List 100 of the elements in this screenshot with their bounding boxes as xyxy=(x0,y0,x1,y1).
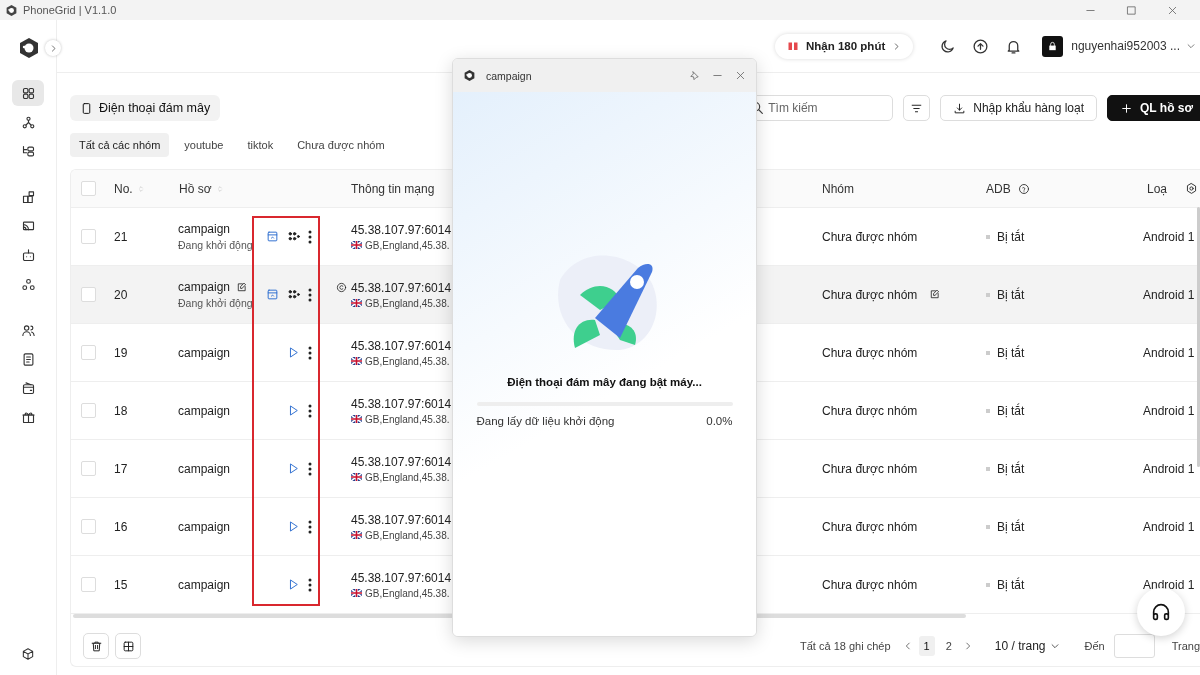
close-icon[interactable] xyxy=(735,70,746,81)
table-cell: Android 1 xyxy=(1143,403,1195,418)
refresh-icon[interactable] xyxy=(336,282,347,293)
trash-icon xyxy=(89,639,103,653)
settings-icon[interactable] xyxy=(1185,182,1199,195)
document-icon xyxy=(20,351,36,367)
column-header: Hồ sơ xyxy=(179,181,212,196)
profile-name: campaign xyxy=(178,519,231,534)
download-icon xyxy=(953,101,967,115)
table-cell: Bị tắt xyxy=(997,345,1025,360)
scrollbar[interactable] xyxy=(1197,207,1200,467)
play-icon[interactable] xyxy=(287,578,300,591)
maximize-icon[interactable] xyxy=(1126,4,1137,16)
more-icon[interactable] xyxy=(308,287,312,302)
help-icon[interactable] xyxy=(1017,182,1030,195)
select-all-checkbox[interactable] xyxy=(81,181,96,196)
ip-address: 45.38.107.97:6014 xyxy=(351,280,452,295)
flag-icon xyxy=(351,589,362,597)
row-checkbox[interactable] xyxy=(81,229,96,244)
play-icon[interactable] xyxy=(287,346,300,359)
apps-icon xyxy=(20,189,36,205)
column-header: No. xyxy=(114,181,133,196)
gift-icon xyxy=(20,409,36,425)
table-cell: Bị tắt xyxy=(997,229,1025,244)
play-icon[interactable] xyxy=(287,404,300,417)
table-cell: Chưa được nhóm xyxy=(822,287,918,302)
table-cell: 17 xyxy=(114,461,128,476)
more-icon[interactable] xyxy=(308,229,312,244)
page-button[interactable]: 2 xyxy=(940,636,957,656)
users-icon xyxy=(20,322,36,338)
ip-address: 45.38.107.97:6014 xyxy=(351,512,452,527)
column-header: Thông tin mạng xyxy=(351,181,435,196)
table-cell: Chưa được nhóm xyxy=(822,461,918,476)
play-icon[interactable] xyxy=(287,520,300,533)
dots-grid-icon[interactable] xyxy=(287,230,300,243)
cube-icon[interactable] xyxy=(21,647,35,661)
table-cell: Chưa được nhóm xyxy=(822,403,918,418)
table-cell: 16 xyxy=(114,519,128,534)
group-tab[interactable]: Tất cả các nhóm xyxy=(70,133,170,157)
group-tab[interactable]: youtube xyxy=(175,133,233,157)
profile-name: campaign xyxy=(178,461,231,476)
chevron-right-icon xyxy=(892,41,902,51)
profile-name: campaign xyxy=(178,345,231,360)
table-cell: Bị tắt xyxy=(997,403,1025,418)
plus-icon xyxy=(1120,101,1133,115)
promo-button[interactable]: Nhận 180 phút xyxy=(775,33,914,59)
sidebar-item[interactable] xyxy=(12,80,44,106)
location-text: GB,England,45.38. xyxy=(365,413,450,425)
row-checkbox[interactable] xyxy=(81,403,96,418)
ip-address: 45.38.107.97:6014 xyxy=(351,570,452,585)
tree-icon xyxy=(20,143,36,159)
row-checkbox[interactable] xyxy=(81,519,96,534)
flag-icon xyxy=(351,299,362,307)
window-icon[interactable] xyxy=(266,230,279,243)
table-cell: Android 1 xyxy=(1143,287,1195,302)
more-icon[interactable] xyxy=(308,461,312,476)
create-profile-button[interactable]: QL hồ sơ xyxy=(1107,95,1200,121)
page-button[interactable]: 1 xyxy=(918,636,935,656)
dots-grid-icon[interactable] xyxy=(287,288,300,301)
group-tab[interactable]: tiktok xyxy=(238,133,283,157)
more-icon[interactable] xyxy=(308,577,312,592)
close-icon[interactable] xyxy=(1167,4,1178,16)
page-size-select[interactable]: 10 / trang xyxy=(988,638,1067,654)
table-cell: Chưa được nhóm xyxy=(822,519,918,534)
page-input[interactable] xyxy=(1113,634,1155,658)
flag-icon xyxy=(351,531,362,539)
edit-icon[interactable] xyxy=(929,289,941,300)
group-tab[interactable]: Chưa được nhóm xyxy=(288,133,394,157)
avatar[interactable] xyxy=(1042,35,1064,57)
more-icon[interactable] xyxy=(308,345,312,360)
location-text: GB,England,45.38. xyxy=(365,529,450,541)
import-button[interactable]: Nhập khẩu hàng loạt xyxy=(940,95,1097,121)
progress-reading: 0.0% xyxy=(706,415,733,427)
edit-icon[interactable] xyxy=(236,281,248,293)
network-icon xyxy=(20,114,36,130)
column-header: Nhóm xyxy=(822,181,854,196)
row-checkbox[interactable] xyxy=(81,461,96,476)
window-icon[interactable] xyxy=(266,288,279,301)
grid-button[interactable] xyxy=(115,633,141,659)
pin-icon[interactable] xyxy=(689,70,700,81)
row-checkbox[interactable] xyxy=(81,345,96,360)
ip-address: 45.38.107.97:6014 xyxy=(351,396,452,411)
delete-button[interactable] xyxy=(83,633,109,659)
play-icon[interactable] xyxy=(287,462,300,475)
app-logo-icon xyxy=(17,36,41,60)
table-cell: 18 xyxy=(114,403,128,418)
more-icon[interactable] xyxy=(308,519,312,534)
table-cell: 15 xyxy=(114,577,128,592)
table-cell: 19 xyxy=(114,345,128,360)
cloud-phone-tab[interactable]: Điện thoại đám mây xyxy=(70,95,221,121)
row-checkbox[interactable] xyxy=(81,287,96,302)
account-name[interactable]: nguyenhai952003 ... xyxy=(1071,39,1180,53)
table-cell: Bị tắt xyxy=(997,287,1025,302)
column-header: Loạ xyxy=(1147,181,1168,196)
more-icon[interactable] xyxy=(308,403,312,418)
row-checkbox[interactable] xyxy=(81,577,96,592)
upload-icon[interactable] xyxy=(972,37,990,55)
filter-button[interactable] xyxy=(903,95,931,121)
moon-icon[interactable] xyxy=(939,37,957,55)
support-button[interactable] xyxy=(1137,588,1185,636)
